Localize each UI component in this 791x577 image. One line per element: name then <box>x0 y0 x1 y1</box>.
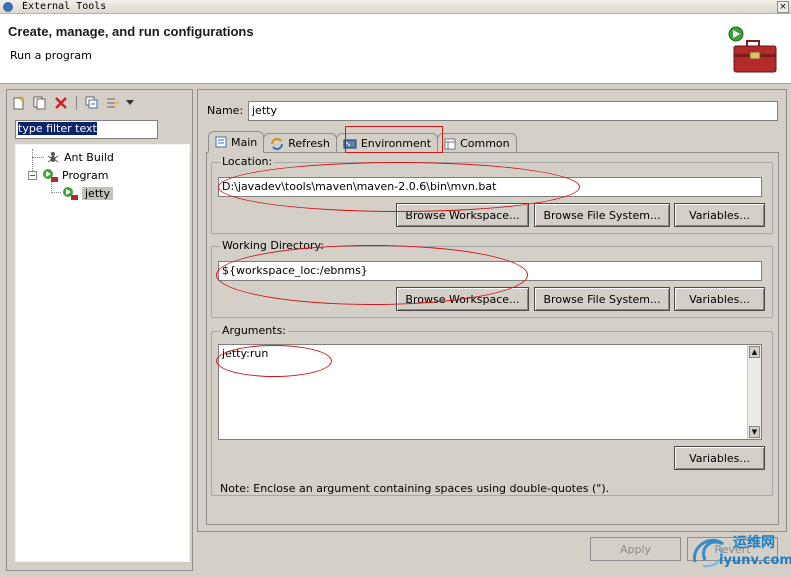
working-directory-group: Working Directory: ${workspace_loc:/ebnm… <box>211 239 773 318</box>
tab-label: Refresh <box>288 137 330 150</box>
browse-workspace-button[interactable]: Browse Workspace... <box>396 287 529 311</box>
window-title: External Tools <box>22 1 107 12</box>
environment-icon <box>343 139 357 148</box>
tree-connector <box>32 157 44 158</box>
tree-item-jetty[interactable]: jetty <box>62 185 113 201</box>
watermark-text-bottom: iyunv.com <box>719 553 791 568</box>
working-directory-variables-button[interactable]: Variables... <box>674 287 765 311</box>
tree-item-label: Ant Build <box>64 150 114 164</box>
main-tab-content: Location: D:\javadev\tools\maven\maven-2… <box>206 152 779 525</box>
delete-icon[interactable] <box>52 94 70 112</box>
tab-environment[interactable]: Environment <box>335 133 439 153</box>
program-icon <box>63 187 78 200</box>
collapse-all-icon[interactable] <box>83 94 101 112</box>
arguments-value: jetty:run <box>222 347 269 360</box>
ant-icon <box>47 152 59 163</box>
tree-item-label: jetty <box>82 186 113 200</box>
browse-workspace-button[interactable]: Browse Workspace... <box>396 203 529 227</box>
left-toolbar <box>10 93 135 113</box>
arguments-label: Arguments: <box>220 324 289 337</box>
new-configuration-icon[interactable] <box>10 94 28 112</box>
site-watermark: 运维网 iyunv.com <box>689 530 791 574</box>
tab-label: Environment <box>360 137 432 150</box>
toolbar-separator <box>76 96 77 110</box>
location-variables-button[interactable]: Variables... <box>674 203 765 227</box>
dialog-banner: Create, manage, and run configurations R… <box>0 14 791 84</box>
scroll-up-icon[interactable]: ▲ <box>749 346 760 358</box>
close-button[interactable]: × <box>777 1 789 13</box>
filter-icon[interactable] <box>104 94 122 112</box>
tab-label: Common <box>460 137 510 150</box>
working-directory-field[interactable]: ${workspace_loc:/ebnms} <box>218 261 762 281</box>
tab-label: Main <box>231 135 258 149</box>
location-field[interactable]: D:\javadev\tools\maven\maven-2.0.6\bin\m… <box>218 177 762 197</box>
browse-file-system-button[interactable]: Browse File System... <box>534 287 670 311</box>
scroll-down-icon[interactable]: ▼ <box>749 426 760 438</box>
watermark-text-top: 运维网 <box>733 535 775 551</box>
arguments-variables-button[interactable]: Variables... <box>674 446 765 470</box>
program-icon <box>43 169 58 182</box>
configuration-tree: Ant Build − Program jetty <box>15 144 190 562</box>
tree-item-ant-build[interactable]: Ant Build <box>46 149 114 165</box>
arguments-scrollbar[interactable]: ▲ ▼ <box>747 345 761 439</box>
app-icon <box>3 2 13 12</box>
tree-item-program[interactable]: Program <box>42 167 108 183</box>
name-label: Name: <box>207 104 244 117</box>
configuration-list-panel: type filter text Ant Build − Program jet… <box>6 89 193 571</box>
tab-common[interactable]: Common <box>437 133 517 153</box>
refresh-icon <box>271 137 284 150</box>
collapse-toggle[interactable]: − <box>28 171 37 180</box>
duplicate-icon[interactable] <box>31 94 49 112</box>
banner-heading: Create, manage, and run configurations <box>8 24 254 39</box>
tab-main[interactable]: Main <box>208 131 265 153</box>
tab-bar: Main Refresh Environment Common <box>208 131 517 153</box>
banner-subtitle: Run a program <box>10 49 92 62</box>
toolbox-icon <box>728 26 777 73</box>
filter-text: type filter text <box>18 122 97 135</box>
dropdown-arrow-icon[interactable] <box>125 94 135 112</box>
common-icon <box>444 138 456 149</box>
configuration-editor: Name: jetty Main Refresh Environment Com… <box>197 89 787 532</box>
name-field[interactable]: jetty <box>248 101 778 121</box>
browse-file-system-button[interactable]: Browse File System... <box>534 203 670 227</box>
filter-input[interactable]: type filter text <box>15 120 158 139</box>
tree-connector <box>51 192 61 193</box>
working-directory-label: Working Directory: <box>220 239 326 252</box>
tab-refresh[interactable]: Refresh <box>263 133 337 153</box>
arguments-field[interactable]: jetty:run ▲ ▼ <box>218 344 762 440</box>
title-bar: External Tools × <box>0 0 791 14</box>
tree-item-label: Program <box>62 168 109 182</box>
apply-button[interactable]: Apply <box>590 537 681 561</box>
location-label: Location: <box>220 155 275 168</box>
arguments-note: Note: Enclose an argument containing spa… <box>220 482 610 495</box>
main-tab-icon <box>215 136 227 148</box>
location-group: Location: D:\javadev\tools\maven\maven-2… <box>211 155 773 234</box>
arguments-group: Arguments: jetty:run ▲ ▼ Variables... No… <box>211 324 773 496</box>
